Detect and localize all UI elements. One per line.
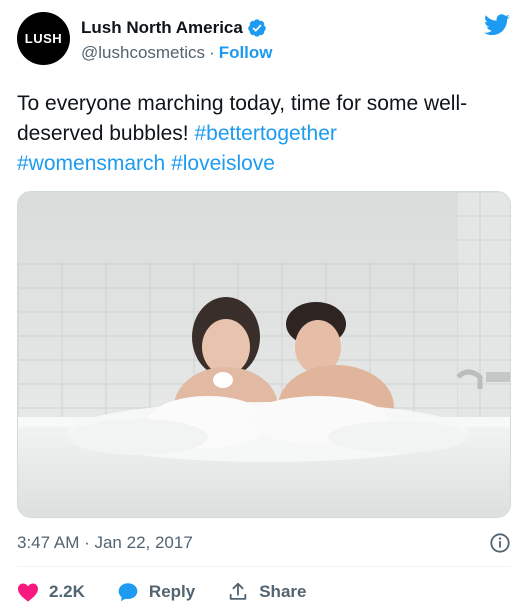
separator-dot: · (209, 43, 215, 62)
tweet-card: LUSH Lush North America @lushcosmetics ·… (0, 0, 524, 614)
twitter-bird-icon[interactable] (484, 14, 510, 36)
timestamp-row: 3:47 AM · Jan 22, 2017 (17, 531, 511, 555)
tweet-photo[interactable] (17, 191, 511, 518)
share-icon (229, 582, 247, 600)
hashtag-womensmarch[interactable]: #womensmarch (17, 152, 165, 175)
handle[interactable]: @lushcosmetics (81, 43, 205, 63)
divider (17, 566, 511, 567)
share-label: Share (259, 582, 307, 601)
like-button[interactable]: 2.2K (17, 582, 85, 602)
bathtub-photo-illustration (18, 192, 510, 517)
reply-bubble-icon (118, 583, 138, 602)
action-bar: 2.2K Reply Share (17, 578, 338, 606)
reply-label: Reply (148, 582, 196, 601)
follow-button[interactable]: Follow (219, 43, 273, 63)
tweet-text: To everyone marching today, time for som… (17, 89, 507, 179)
reply-button[interactable]: Reply (117, 581, 195, 603)
like-count: 2.2K (49, 582, 85, 601)
hashtag-bettertogether[interactable]: #bettertogether (194, 122, 336, 145)
avatar-logo-text: LUSH (24, 31, 63, 46)
timestamp[interactable]: 3:47 AM · Jan 22, 2017 (17, 533, 193, 553)
handle-row: @lushcosmetics · Follow (81, 43, 273, 63)
share-button[interactable]: Share (227, 581, 306, 603)
info-icon[interactable] (489, 532, 511, 554)
avatar[interactable]: LUSH (17, 12, 70, 65)
heart-icon (18, 583, 38, 602)
tweet-header: LUSH Lush North America @lushcosmetics ·… (17, 12, 512, 70)
display-name[interactable]: Lush North America (81, 18, 243, 38)
name-row: Lush North America (81, 18, 267, 38)
hashtag-loveislove[interactable]: #loveislove (171, 152, 275, 175)
verified-badge-icon (248, 19, 266, 37)
